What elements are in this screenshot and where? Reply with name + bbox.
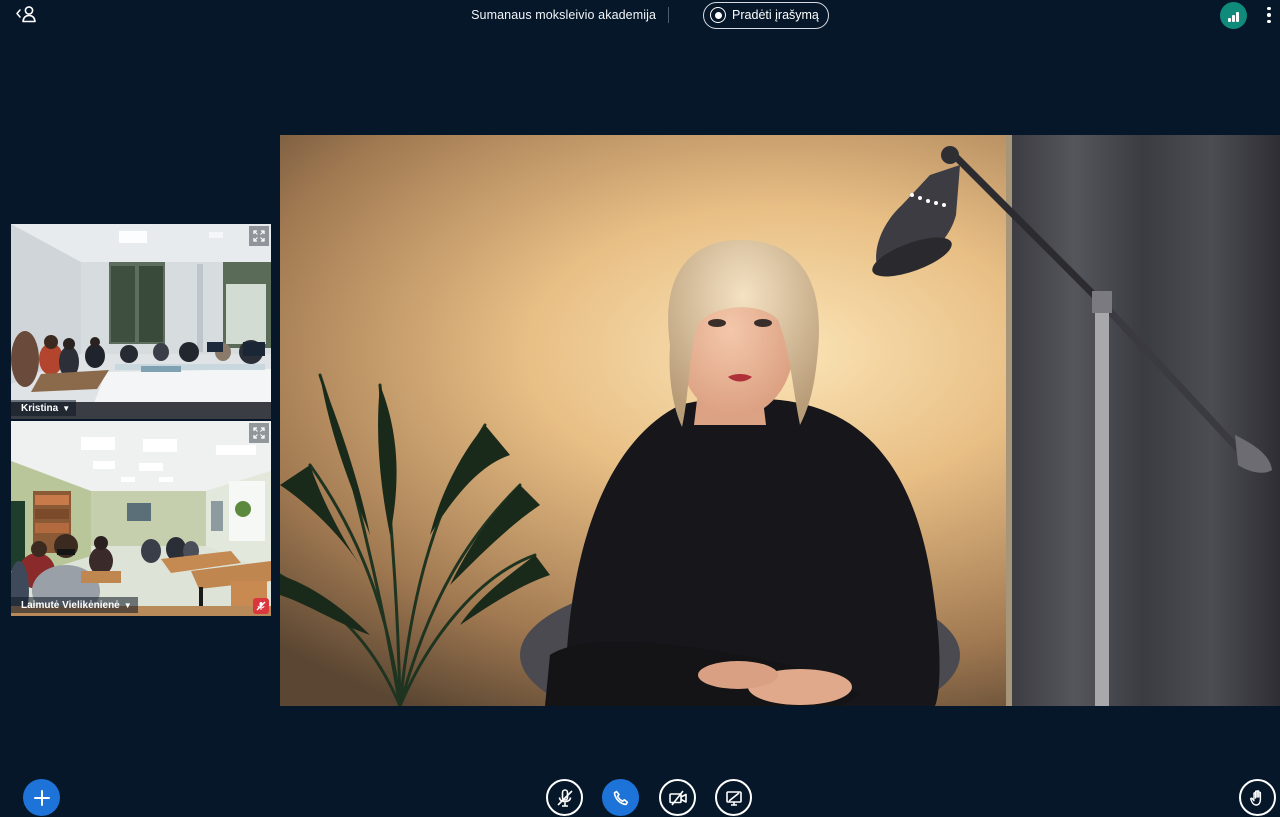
speaker-video-frame <box>280 135 1280 706</box>
record-label: Pradėti įrašymą <box>732 8 819 22</box>
microphone-muted-icon <box>256 601 266 611</box>
participant-name: Kristina <box>21 402 59 414</box>
participant-name-tag[interactable]: Kristina ▼ <box>11 400 77 416</box>
fullscreen-button[interactable] <box>249 423 269 443</box>
fullscreen-button[interactable] <box>249 226 269 246</box>
start-recording-button[interactable]: Pradėti įrašymą <box>703 1 829 29</box>
vertical-dots-icon <box>1267 6 1271 11</box>
record-icon <box>710 7 727 23</box>
meeting-title: Sumanaus moksleivio akademija <box>471 8 657 22</box>
leave-audio-button[interactable] <box>602 779 639 816</box>
title-area: Sumanaus moksleivio akademija Pradėti įr… <box>0 0 1280 30</box>
participant-video-tile[interactable]: Laimutė Vielikėnienė ▼ <box>11 421 271 616</box>
connection-status-button[interactable] <box>1220 2 1247 29</box>
main-speaker-video[interactable] <box>280 135 1280 706</box>
participant-video-tile[interactable]: Kristina ▼ <box>11 224 271 419</box>
actions-button[interactable] <box>23 779 60 816</box>
options-menu-button[interactable] <box>1261 4 1277 26</box>
classroom-video-frame <box>11 224 271 419</box>
unmute-button[interactable] <box>546 779 583 816</box>
expand-icon <box>253 230 265 242</box>
signal-bars-icon <box>1228 18 1231 22</box>
camera-off-icon <box>668 790 687 805</box>
microphone-muted-icon <box>556 788 573 807</box>
raise-hand-button[interactable] <box>1239 779 1276 816</box>
share-webcam-button[interactable] <box>659 779 696 816</box>
top-bar: Sumanaus moksleivio akademija Pradėti įr… <box>0 0 1280 30</box>
plus-icon <box>33 789 50 806</box>
screen-share-off-icon <box>725 790 742 806</box>
title-divider <box>668 7 670 23</box>
participant-name: Laimutė Vielikėnienė <box>21 599 120 611</box>
share-screen-button[interactable] <box>715 779 752 816</box>
conference-app: Sumanaus moksleivio akademija Pradėti įr… <box>0 0 1280 817</box>
raise-hand-icon <box>1249 789 1261 806</box>
phone-icon <box>613 790 628 805</box>
library-video-frame <box>11 421 271 616</box>
chevron-down-icon: ▼ <box>62 403 71 413</box>
expand-icon <box>253 427 265 439</box>
muted-indicator <box>253 598 269 614</box>
chevron-down-icon: ▼ <box>123 600 132 610</box>
participant-name-tag[interactable]: Laimutė Vielikėnienė ▼ <box>11 597 138 613</box>
